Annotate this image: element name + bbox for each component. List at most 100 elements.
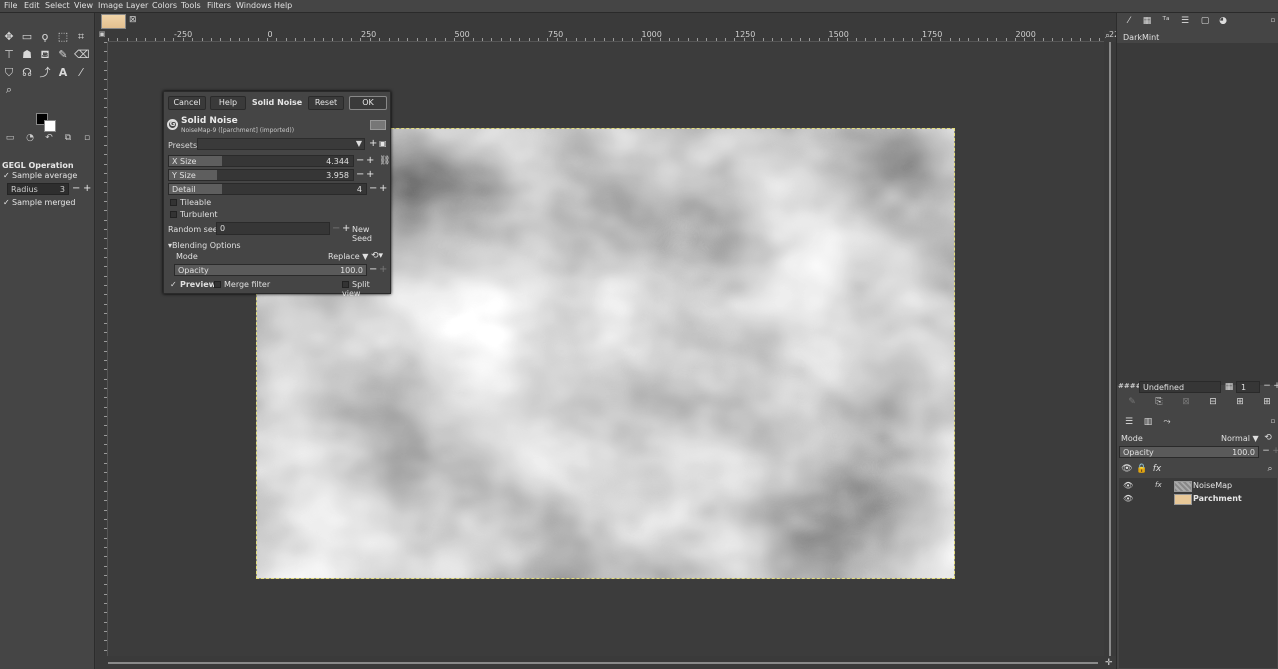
y-size-slider[interactable]: Y Size 3.958 [168, 169, 354, 181]
composite-mode-icon[interactable]: ⟲▾ [371, 251, 383, 261]
tool-options-tab-icon[interactable]: ▭ [2, 131, 18, 145]
duplicate-brush-icon[interactable]: ⊠ [1180, 397, 1192, 407]
delete-brush-icon[interactable]: ⊟ [1207, 397, 1219, 407]
sample-average-checkbox[interactable]: ✓ Sample average [3, 171, 77, 180]
move-tool-icon[interactable]: ✥ [2, 30, 16, 44]
pattern-tab-icon[interactable]: ▦ [1141, 16, 1153, 26]
menu-windows[interactable]: Windows [236, 1, 272, 10]
radius-decrease-button[interactable]: − [72, 184, 80, 194]
paths-tool-icon[interactable]: ⤴ [38, 66, 52, 80]
radius-increase-button[interactable]: + [83, 184, 91, 194]
ok-button[interactable]: OK [349, 96, 387, 110]
smudge-tool-icon[interactable]: ☊ [20, 66, 34, 80]
undo-history-tab-icon[interactable]: ↶ [41, 131, 57, 145]
turbulent-checkbox[interactable]: Turbulent [170, 210, 218, 219]
opacity-decrease-button[interactable]: − [369, 265, 377, 275]
layer-mode-dropdown[interactable]: Normal ▼ [1221, 434, 1259, 443]
font-tab-icon[interactable]: ᵀᵃ [1160, 16, 1172, 26]
menu-select[interactable]: Select [45, 1, 70, 10]
presets-dropdown[interactable]: ▼ [197, 138, 365, 150]
brush-grid[interactable] [1117, 43, 1278, 385]
menu-edit[interactable]: Edit [24, 1, 40, 10]
eye-icon[interactable]: 👁 [1123, 494, 1133, 503]
lasso-tool-icon[interactable]: ϙ [38, 30, 52, 44]
rect-select-tool-icon[interactable]: ▭ [20, 30, 34, 44]
lock-icon[interactable]: 🔒 [1136, 464, 1148, 474]
add-preset-button[interactable]: + [369, 139, 377, 149]
document-history-tab-icon[interactable]: ☰ [1179, 16, 1191, 26]
effects-icon[interactable]: fx [1155, 481, 1162, 489]
zoom-tool-icon[interactable]: ⌕ [2, 83, 16, 97]
paths-tab-icon[interactable]: ⤳ [1161, 417, 1173, 427]
eye-icon[interactable]: 👁 [1123, 481, 1133, 490]
menu-tools[interactable]: Tools [181, 1, 201, 10]
color-picker-tool-icon[interactable]: ⁄ [74, 66, 88, 80]
pattern-increase-button[interactable]: + [1271, 381, 1278, 391]
zoom-icon[interactable]: ⌕ [1105, 31, 1110, 41]
split-view-checkbox[interactable]: Split view [342, 280, 390, 298]
layers-menu-icon[interactable]: ▫ [1267, 417, 1278, 425]
text-tool-icon[interactable]: A [56, 66, 70, 80]
warp-tool-icon[interactable]: ☗ [20, 48, 34, 62]
merge-filter-checkbox[interactable]: Merge filter [214, 280, 270, 289]
x-size-decrease-button[interactable]: − [356, 156, 364, 166]
chain-link-icon[interactable]: ⛓ [379, 156, 390, 166]
search-icon[interactable]: ⌕ [1264, 464, 1276, 474]
pattern-count-spinner[interactable]: 1 [1236, 381, 1260, 393]
layer-row[interactable]: 👁 Parchment [1119, 493, 1277, 506]
detail-increase-button[interactable]: + [379, 184, 387, 194]
new-seed-button[interactable]: New Seed [352, 225, 390, 243]
navigate-icon[interactable]: ✛ [1105, 658, 1113, 668]
tileable-checkbox[interactable]: Tileable [170, 198, 211, 207]
horizontal-scrollbar[interactable] [96, 656, 1108, 669]
dock-menu-icon[interactable]: ▫ [1267, 16, 1278, 24]
menu-file[interactable]: File [4, 1, 17, 10]
images-tab-icon[interactable]: ⧉ [60, 131, 76, 145]
reset-button[interactable]: Reset [308, 96, 344, 110]
menu-filters[interactable]: Filters [207, 1, 231, 10]
tab-menu-icon[interactable]: ▫ [79, 131, 95, 145]
menu-colors[interactable]: Colors [152, 1, 177, 10]
paintbrush-tool-icon[interactable]: ✎ [56, 48, 70, 62]
close-icon[interactable]: ⊠ [129, 15, 137, 25]
layer-opacity-increase-button[interactable]: + [1270, 446, 1278, 456]
unified-transform-tool-icon[interactable]: ⊤ [2, 48, 16, 62]
opacity-increase-button[interactable]: + [379, 265, 387, 275]
eraser-tool-icon[interactable]: ⌫ [74, 48, 90, 62]
y-size-increase-button[interactable]: + [366, 170, 374, 180]
layer-opacity-slider[interactable]: Opacity 100.0 [1119, 446, 1259, 458]
fuzzy-select-tool-icon[interactable]: ⬚ [56, 30, 70, 44]
menu-view[interactable]: View [74, 1, 93, 10]
x-size-increase-button[interactable]: + [366, 156, 374, 166]
y-size-decrease-button[interactable]: − [356, 170, 364, 180]
layer-row[interactable]: 👁 fx NoiseMap [1119, 480, 1277, 493]
preview-checkbox[interactable]: ✓ Preview [170, 280, 216, 289]
help-button[interactable]: Help [210, 96, 246, 110]
clone-tool-icon[interactable]: ⛉ [2, 66, 16, 80]
composite-mode-icon[interactable]: ⟲ [1262, 433, 1274, 443]
sample-merged-checkbox[interactable]: ✓ Sample merged [3, 198, 75, 207]
blend-mode-dropdown[interactable]: Replace ▼ [328, 252, 368, 261]
solid-noise-tab[interactable]: Solid Noise [250, 96, 304, 110]
detail-decrease-button[interactable]: − [369, 184, 377, 194]
brush-tab-icon[interactable]: ⁄ [1123, 16, 1135, 26]
crop-tool-icon[interactable]: ⌗ [74, 30, 88, 44]
detail-slider[interactable]: Detail 4 [168, 183, 367, 195]
brush-as-image-icon[interactable]: ⊞ [1261, 397, 1273, 407]
menu-layer[interactable]: Layer [126, 1, 148, 10]
blending-options-expander[interactable]: ▾Blending Options [168, 241, 241, 250]
channels-tab-icon[interactable]: ▥ [1142, 417, 1154, 427]
cancel-button[interactable]: Cancel [168, 96, 206, 110]
vertical-scrollbar[interactable] [1104, 42, 1116, 656]
blend-opacity-slider[interactable]: Opacity 100.0 [174, 264, 367, 276]
menu-help[interactable]: Help [274, 1, 292, 10]
seed-decrease-button[interactable]: − [332, 224, 340, 234]
image-tab-thumbnail[interactable] [101, 14, 126, 29]
quick-mask-toggle-icon[interactable]: ▣ [96, 30, 108, 42]
palette-tab-icon[interactable]: ◕ [1217, 16, 1229, 26]
layers-tab-icon[interactable]: ☰ [1123, 417, 1135, 427]
image-tab-icon[interactable]: ▢ [1199, 16, 1211, 26]
preset-menu-icon[interactable]: ▣ [379, 139, 387, 149]
bucket-fill-tool-icon[interactable]: ⛾ [38, 48, 52, 62]
random-seed-input[interactable]: 0 [216, 222, 330, 235]
